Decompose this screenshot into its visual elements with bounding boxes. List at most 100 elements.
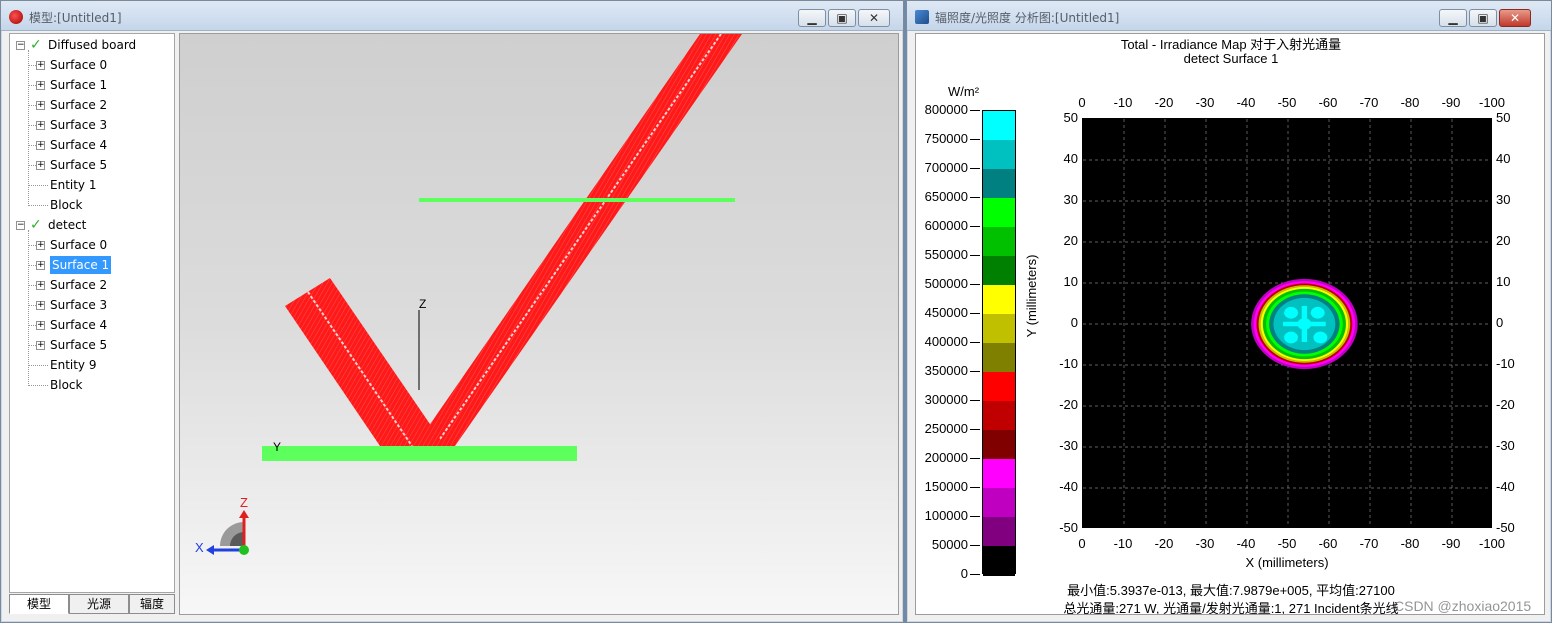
maximize-button[interactable]: ▣ (828, 9, 856, 27)
colorbar-tick-label: 650000 (924, 189, 968, 204)
colorbar-tick-label: 250000 (924, 421, 968, 436)
colorbar-unit: W/m² (948, 84, 980, 99)
colorbar-swatch (983, 517, 1015, 547)
y-tick-label: 10 (1063, 274, 1078, 289)
minimize-button-2[interactable]: ▁ (1439, 9, 1467, 27)
close-button-2[interactable]: ✕ (1499, 9, 1531, 27)
colorbar-tick (970, 458, 980, 459)
colorbar-tick (970, 110, 980, 111)
minimize-icon: ▁ (807, 11, 817, 25)
expand-toggle-icon[interactable]: + (36, 101, 45, 110)
model-tree[interactable]: − ✓ Diffused board + Surface 0 + Surface 1 + Sur… (9, 33, 175, 593)
tree-item-label: Surface 5 (50, 158, 108, 172)
collapse-toggle-icon[interactable]: − (16, 221, 25, 230)
tree-item[interactable]: − ✓ Diffused board (10, 36, 174, 54)
tree-item[interactable]: + Surface 4 (10, 136, 174, 154)
colorbar-swatch (983, 314, 1015, 344)
tree-item-label: detect (48, 218, 87, 232)
close-button[interactable]: ✕ (858, 9, 890, 27)
tree-item[interactable]: + Surface 3 (10, 116, 174, 134)
expand-toggle-icon[interactable]: + (36, 301, 45, 310)
tree-item-label: Surface 1 (50, 78, 108, 92)
colorbar-tick-label: 800000 (924, 102, 968, 117)
colorbar-tick (970, 313, 980, 314)
colorbar-tick-label: 700000 (924, 160, 968, 175)
expand-toggle-icon[interactable]: + (36, 121, 45, 130)
x-tick-label: -20 (1154, 95, 1174, 110)
expand-toggle-icon[interactable]: + (36, 141, 45, 150)
model-window-titlebar[interactable]: 模型:[Untitled1] ▁ ▣ ✕ (1, 1, 903, 31)
maximize-button-2[interactable]: ▣ (1469, 9, 1497, 27)
expand-toggle-icon[interactable]: + (36, 81, 45, 90)
orientation-triad (206, 510, 249, 555)
irradiance-window-titlebar[interactable]: 辐照度/光照度 分析图:[Untitled1] ▁ ▣ ✕ (907, 1, 1551, 31)
tree-item[interactable]: + Surface 0 (10, 236, 174, 254)
expand-toggle-icon[interactable]: + (36, 261, 45, 270)
tree-item[interactable]: Block (10, 196, 174, 214)
y-tick-label: 20 (1496, 233, 1511, 248)
tree-item[interactable]: Entity 1 (10, 176, 174, 194)
tree-item[interactable]: + Surface 5 (10, 336, 174, 354)
tree-item[interactable]: + Surface 1 (10, 256, 174, 274)
3d-viewport[interactable]: Z Y Z X (179, 33, 899, 615)
tree-item-label: Surface 5 (50, 338, 108, 352)
y-tick-label: 40 (1063, 151, 1078, 166)
expand-toggle-icon[interactable]: + (36, 161, 45, 170)
tree-item[interactable]: Block (10, 376, 174, 394)
tree-item[interactable]: + Surface 5 (10, 156, 174, 174)
colorbar-swatch (983, 111, 1015, 141)
tree-item[interactable]: + Surface 0 (10, 56, 174, 74)
tab-source[interactable]: 光源 (69, 594, 129, 614)
tab-irradiance[interactable]: 辐度 (129, 594, 175, 614)
x-tick-label: -10 (1113, 536, 1133, 551)
incident-ray-core (307, 291, 413, 447)
minimize-icon: ▁ (1448, 11, 1458, 25)
colorbar-tick-label: 400000 (924, 334, 968, 349)
expand-toggle-icon[interactable]: + (36, 321, 45, 330)
colorbar-swatch (983, 401, 1015, 431)
x-tick-label: -30 (1195, 536, 1215, 551)
tree-item[interactable]: + Surface 1 (10, 76, 174, 94)
colorbar-swatch (983, 169, 1015, 199)
colorbar-tick (970, 255, 980, 256)
tree-item-label: Surface 3 (50, 298, 108, 312)
y-tick-label: -50 (1496, 520, 1515, 535)
colorbar-swatch (983, 198, 1015, 228)
tree-item[interactable]: − ✓ detect (10, 216, 174, 234)
panel-tabs: 模型 光源 辐度 (9, 594, 175, 614)
tree-item[interactable]: + Surface 4 (10, 316, 174, 334)
tree-item[interactable]: Entity 9 (10, 356, 174, 374)
colorbar-tick-label: 450000 (924, 305, 968, 320)
expand-toggle-icon[interactable]: + (36, 281, 45, 290)
detect-surface[interactable] (419, 198, 735, 202)
tree-item-label: Surface 2 (50, 98, 108, 112)
expand-toggle-icon[interactable]: + (36, 61, 45, 70)
tree-item[interactable]: + Surface 3 (10, 296, 174, 314)
close-icon: ✕ (1509, 11, 1521, 25)
colorbar-tick-label: 150000 (924, 479, 968, 494)
colorbar-tick (970, 168, 980, 169)
collapse-toggle-icon[interactable]: − (16, 41, 25, 50)
x-tick-label: -10 (1113, 95, 1133, 110)
diffused-board[interactable] (262, 446, 577, 461)
tree-item[interactable]: + Surface 2 (10, 96, 174, 114)
tab-model[interactable]: 模型 (9, 594, 69, 614)
colorbar-tick (970, 139, 980, 140)
minimize-button[interactable]: ▁ (798, 9, 826, 27)
irradiance-peak (1283, 321, 1326, 327)
y-tick-label: -10 (1059, 356, 1078, 371)
y-tick-label: 50 (1063, 110, 1078, 125)
x-tick-label: -60 (1318, 95, 1338, 110)
chart-window-icon (915, 10, 929, 24)
y-tick-label: 0 (1070, 315, 1078, 330)
colorbar-swatch (983, 488, 1015, 518)
viewport-scene: Z Y Z X (195, 34, 742, 555)
colorbar-tick-label: 500000 (924, 276, 968, 291)
irradiance-heatmap[interactable] (1082, 118, 1492, 528)
expand-toggle-icon[interactable]: + (36, 341, 45, 350)
tree-item[interactable]: + Surface 2 (10, 276, 174, 294)
x-tick-label: -80 (1400, 95, 1420, 110)
x-tick-label: -60 (1318, 536, 1338, 551)
colorbar-swatch (983, 459, 1015, 489)
expand-toggle-icon[interactable]: + (36, 241, 45, 250)
